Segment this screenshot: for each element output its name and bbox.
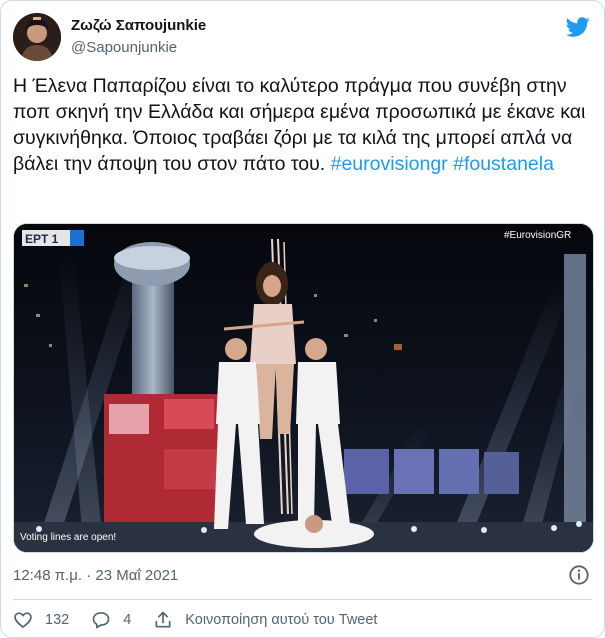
share-button[interactable]: Κοινοποίηση αυτού του Tweet: [153, 610, 377, 630]
like-count: 132: [45, 612, 70, 628]
avatar[interactable]: [13, 13, 61, 61]
tweet-actions: 132 4 Κοινοποίηση αυτού του Tweet: [13, 608, 399, 632]
channel-logo: ΕΡΤ 1: [22, 230, 84, 246]
avatar-image: [13, 13, 61, 61]
reply-count: 4: [123, 612, 132, 628]
tweet-card: Ζωζώ Σαπουjunkie @Sapounjunkie Η Έλενα Π…: [0, 0, 605, 638]
share-icon: [155, 611, 171, 628]
heart-icon: [14, 612, 32, 629]
channel-logo-text: ΕΡΤ 1: [25, 232, 59, 246]
tweet-timestamp[interactable]: 12:48 π.μ. · 23 Μαΐ 2021: [13, 567, 178, 584]
user-handle[interactable]: @Sapounjunkie: [71, 39, 177, 56]
reply-button[interactable]: 4: [91, 610, 131, 630]
divider: [13, 599, 592, 600]
broadcast-ticker: Voting lines are open!: [20, 532, 116, 543]
broadcast-hashtag: #EurovisionGR: [504, 230, 571, 241]
tweet-text: Η Έλενα Παπαρίζου είναι το καλύτερο πράγ…: [13, 73, 593, 177]
stage-performance-photo: ΕΡΤ 1 #EurovisionGR Voting lines are ope…: [14, 224, 593, 552]
like-button[interactable]: 132: [13, 610, 69, 630]
display-name[interactable]: Ζωζώ Σαπουjunkie: [71, 17, 206, 34]
info-icon[interactable]: [568, 564, 590, 586]
speech-bubble-icon: [92, 612, 110, 629]
hashtag-eurovisiongr[interactable]: #eurovisiongr: [331, 153, 448, 175]
share-label: Κοινοποίηση αυτού του Tweet: [185, 612, 378, 628]
hashtag-foustanela[interactable]: #foustanela: [453, 153, 554, 175]
twitter-bird-icon[interactable]: [566, 15, 590, 39]
tweet-media-image[interactable]: ΕΡΤ 1 #EurovisionGR Voting lines are ope…: [13, 223, 594, 553]
